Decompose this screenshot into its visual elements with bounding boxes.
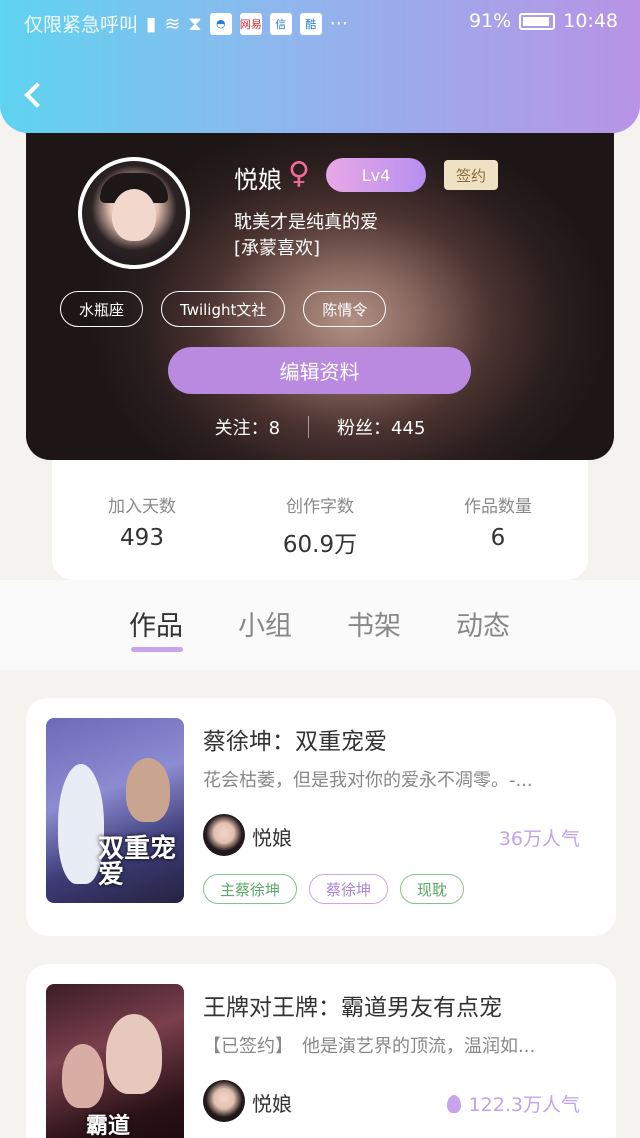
bio-line: 耽美才是纯真的爱: [234, 212, 378, 233]
profile-name: 悦娘: [234, 166, 282, 194]
popularity: 122.3万人气: [446, 1090, 580, 1117]
work-title[interactable]: 王牌对王牌：霸道男友有点宠: [203, 988, 502, 1022]
status-bar-notice: 仅限紧急呼叫: [24, 14, 139, 36]
app-icon-3: 酷: [299, 12, 322, 35]
stat-label: 创作字数: [286, 497, 354, 517]
stat-value: 6: [490, 525, 506, 551]
active-tab-indicator: [131, 647, 183, 652]
clock: 10:48: [563, 10, 618, 32]
tab-works[interactable]: 作品: [129, 604, 183, 643]
stats-card: 加入天数 493 创作字数 60.9万 作品数量 6: [52, 452, 588, 580]
stat-join-days: 加入天数 493: [52, 492, 232, 551]
header-bar: 仅限紧急呼叫 ▮ ≋ ⧗ ◓ 网易 信 酷 ··· 91% 10:48: [0, 0, 640, 133]
avatar[interactable]: [78, 157, 190, 269]
work-title[interactable]: 蔡徐坤：双重宠爱: [203, 722, 387, 756]
work-description: 花会枯萎，但是我对你的爱永不凋零。-...: [203, 770, 533, 791]
fans-count[interactable]: 粉丝：445: [337, 414, 425, 440]
author-name[interactable]: 悦娘: [252, 1088, 292, 1117]
author-avatar[interactable]: [203, 814, 245, 856]
signal-icon: ▮: [146, 12, 157, 35]
popularity-count: 36万人气: [498, 828, 580, 850]
profile-tag[interactable]: 陈情令: [303, 291, 387, 327]
author-avatar[interactable]: [203, 1080, 245, 1122]
stat-label: 作品数量: [464, 497, 532, 517]
status-bar: 仅限紧急呼叫 ▮ ≋ ⧗ ◓ 网易 信 酷 ··· 91% 10:48: [0, 0, 640, 44]
stat-label: 加入天数: [108, 497, 176, 517]
stat-word-count: 创作字数 60.9万: [230, 492, 410, 559]
profile-card: 悦娘 ♀ Lv4 签约 耽美才是纯真的爱 [承蒙喜欢] 水瓶座 Twilight…: [26, 112, 614, 460]
profile-tag[interactable]: Twilight文社: [161, 291, 286, 327]
tab-bar: 作品 小组 书架 动态: [0, 580, 640, 670]
avatar-face: [112, 189, 156, 241]
tab-bookshelf[interactable]: 书架: [347, 604, 401, 643]
book-cover[interactable]: 双重宠爱: [46, 718, 184, 903]
cover-title: 霸道: [86, 1114, 131, 1138]
divider: [308, 416, 310, 438]
female-icon: ♀: [288, 156, 310, 191]
tab-activity[interactable]: 动态: [456, 604, 510, 643]
work-description: 【已签约】 他是演艺界的顶流，温润如...: [203, 1036, 536, 1057]
work-tag[interactable]: 现耽: [400, 874, 465, 904]
battery-icon: [519, 12, 556, 30]
stat-value: 493: [120, 525, 164, 551]
signed-badge: 签约: [444, 160, 498, 190]
work-tag[interactable]: 主蔡徐坤: [203, 874, 298, 904]
popularity-count: 122.3万人气: [468, 1094, 580, 1116]
level-badge[interactable]: Lv4: [326, 158, 426, 192]
cover-figure: [126, 758, 170, 822]
follow-stats: 关注：8 粉丝：445: [26, 414, 614, 440]
work-tag[interactable]: 蔡徐坤: [309, 874, 389, 904]
back-button[interactable]: [22, 80, 46, 110]
wifi-icon: ≋: [164, 12, 181, 35]
battery-percent: 91%: [469, 10, 512, 32]
cover-figure: [106, 1014, 162, 1094]
more-notifications-icon: ···: [329, 12, 348, 35]
netease-app-icon: 网易: [239, 12, 262, 35]
bio-line: [承蒙喜欢]: [234, 238, 321, 259]
works-list: 双重宠爱 蔡徐坤：双重宠爱 花会枯萎，但是我对你的爱永不凋零。-... 悦娘 3…: [0, 670, 640, 1138]
edit-profile-button[interactable]: 编辑资料: [168, 347, 471, 394]
stat-value: 60.9万: [282, 532, 358, 558]
work-tags: 主蔡徐坤 蔡徐坤 现耽: [203, 874, 465, 904]
following-count[interactable]: 关注：8: [215, 414, 280, 440]
stat-works-count: 作品数量 6: [408, 492, 588, 551]
app-icon-2: 信: [269, 12, 292, 35]
work-card[interactable]: 双重宠爱 蔡徐坤：双重宠爱 花会枯萎，但是我对你的爱永不凋零。-... 悦娘 3…: [26, 698, 616, 936]
cover-figure: [62, 1044, 104, 1108]
app-icon: ◓: [209, 12, 232, 35]
profile-bio: 耽美才是纯真的爱 [承蒙喜欢]: [234, 210, 554, 262]
hourglass-icon: ⧗: [188, 12, 202, 35]
tab-groups[interactable]: 小组: [238, 604, 292, 643]
author-name[interactable]: 悦娘: [252, 822, 292, 851]
work-card[interactable]: 霸道 王牌对王牌：霸道男友有点宠 【已签约】 他是演艺界的顶流，温润如... 悦…: [26, 964, 616, 1138]
profile-tag[interactable]: 水瓶座: [60, 291, 144, 327]
flame-icon: [446, 1095, 461, 1113]
cover-title: 双重宠爱: [98, 834, 177, 890]
book-cover[interactable]: 霸道: [46, 984, 184, 1138]
profile-tags: 水瓶座 Twilight文社 陈情令: [60, 291, 387, 327]
